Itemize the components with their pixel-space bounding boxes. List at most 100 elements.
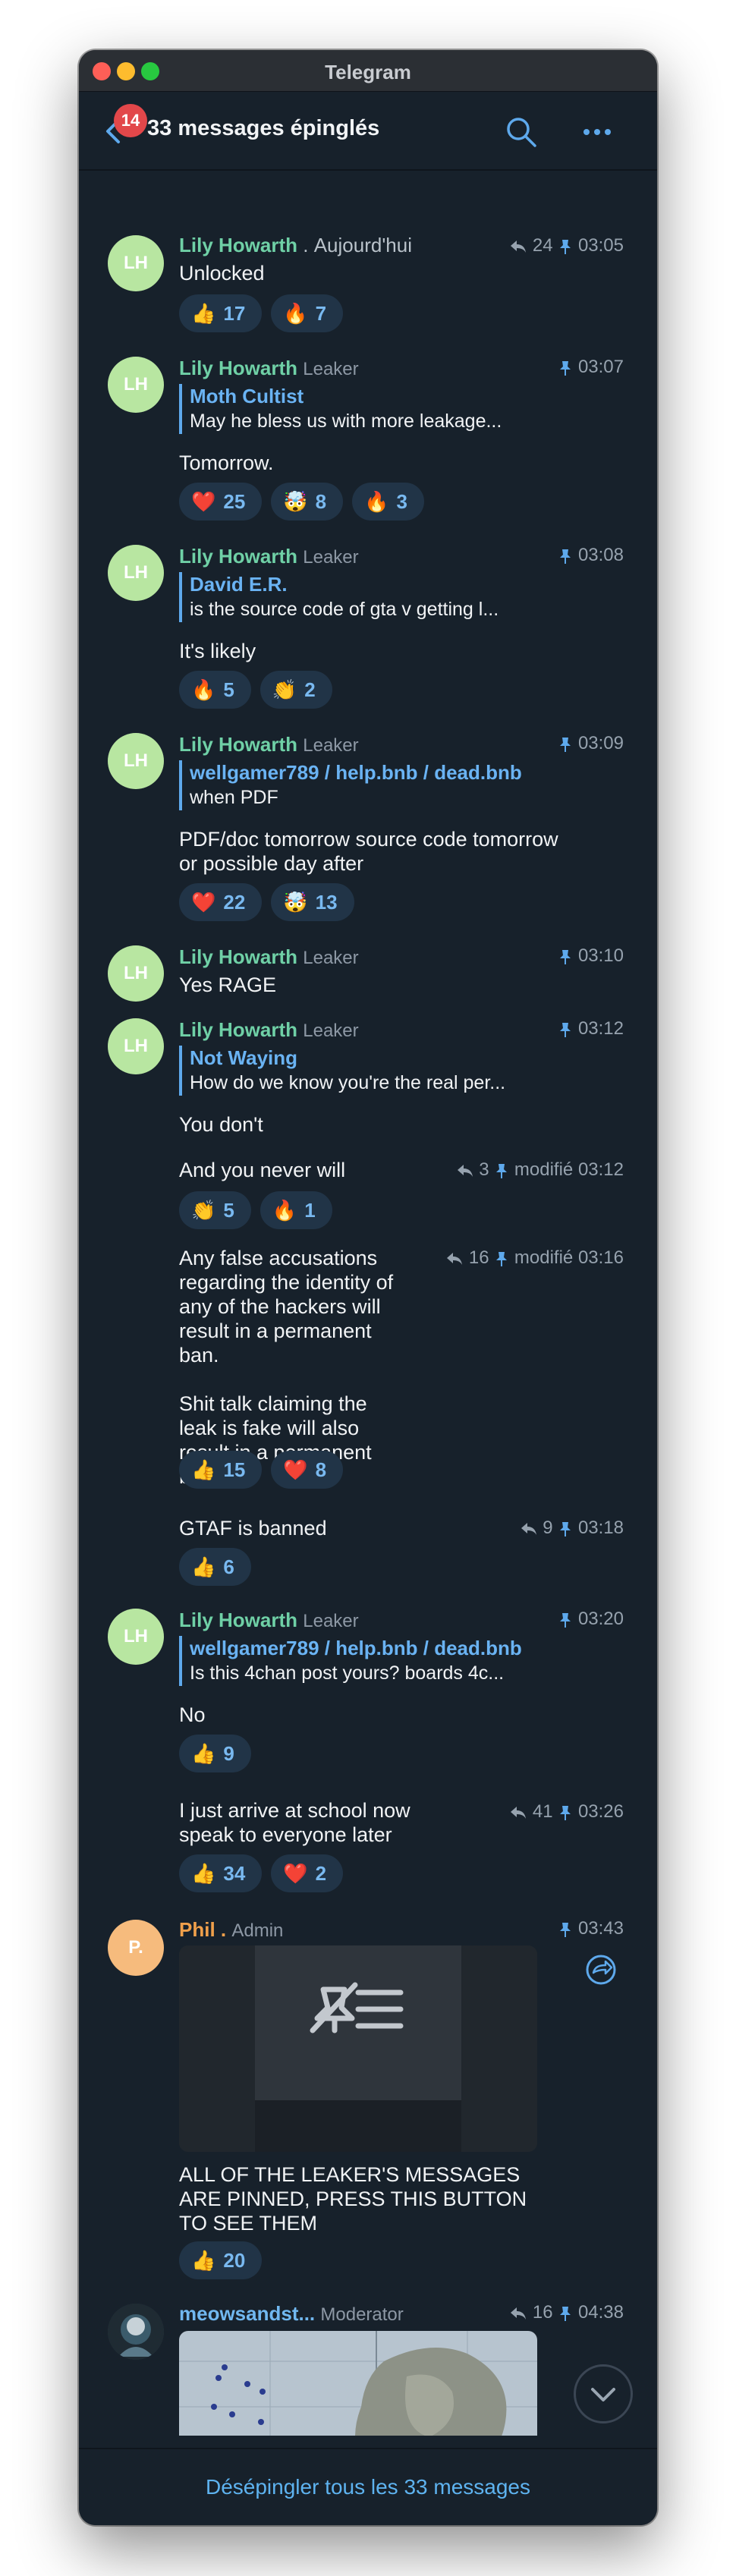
avatar[interactable]: LH [108,545,164,601]
message-meta: 16 modifié 03:16 [445,1247,624,1269]
role-label: Leaker [303,1021,359,1041]
reaction-chip[interactable]: 👍 34 [179,1854,263,1892]
pin-icon [496,1251,508,1266]
pin-icon [560,1022,571,1037]
reaction-chip[interactable]: 👏 5 [179,1191,251,1229]
role-label: Leaker [303,948,359,968]
pin-icon [560,239,571,254]
pin-list-icon [179,1945,537,2152]
message-text: You don't [179,1113,263,1136]
avatar[interactable]: LH [108,235,164,291]
reaction-chip[interactable]: 👍 6 [179,1548,251,1586]
message-text: It's likely [179,640,256,662]
map-thumbnail [179,2331,537,2436]
message-meta: 03:09 [558,733,624,754]
reply-count-icon [511,1806,527,1819]
role-label: Leaker [303,735,359,756]
message-meta: 24 03:05 [509,235,624,256]
pin-icon [560,1805,571,1820]
pinned-messages-list[interactable]: LH Lily Howarth . Aujourd'hui 24 03:05 U… [79,170,657,2436]
sender-name[interactable]: Lily Howarth Leaker [179,945,359,969]
reply-count-icon [511,240,527,253]
reply-quote[interactable]: Moth Cultist May he bless us with more l… [179,384,546,434]
message-meta: 03:20 [558,1609,624,1630]
title-bar: Telegram [79,50,657,92]
scroll-down-button[interactable] [574,2364,633,2423]
reaction-chip[interactable]: 👏 2 [259,671,332,709]
reply-count-icon [447,1252,463,1265]
reactions-row: 🔥 5 👏 2 [179,671,332,709]
message-text: Yes RAGE [179,973,277,996]
sender-name[interactable]: Lily Howarth Leaker [179,1609,359,1632]
role-label: Leaker [303,1611,359,1631]
reaction-chip[interactable]: ❤️ 8 [271,1451,344,1489]
reaction-chip[interactable]: 🔥 1 [259,1191,332,1229]
message-text: GTAF is banned [179,1517,327,1540]
reactions-row: 👍 6 [179,1548,251,1586]
pin-icon [560,1612,571,1628]
reply-count-icon [457,1164,473,1177]
unpin-all-button[interactable]: Désépingler tous les 33 messages [79,2475,657,2499]
pin-icon [560,2306,571,2321]
avatar[interactable]: LH [108,945,164,1002]
sender-name[interactable]: Lily Howarth Leaker [179,733,359,756]
pin-icon [560,1922,571,1937]
message-meta: 3 modifié 03:12 [456,1159,624,1181]
message-meta: 41 03:26 [509,1801,624,1823]
unread-badge: 14 [114,104,147,137]
avatar[interactable]: LH [108,1018,164,1074]
reply-quote[interactable]: Not Waying How do we know you're the rea… [179,1046,546,1096]
reaction-chip[interactable]: 👍 9 [179,1735,251,1772]
reaction-chip[interactable]: ❤️ 2 [271,1854,344,1892]
footer-bar: Désépingler tous les 33 messages [79,2448,657,2525]
map-image[interactable] [179,2331,537,2436]
avatar[interactable]: LH [108,733,164,789]
role-label: Leaker [303,547,359,568]
reactions-row: ❤️ 25 🤯 8 🔥 3 [179,483,424,521]
sender-name[interactable]: Phil . Admin [179,1918,283,1942]
pin-icon [560,737,571,752]
message-text: ALL OF THE LEAKER'S MESSAGES ARE PINNED,… [179,2163,527,2235]
sender-name[interactable]: Lily Howarth Leaker [179,357,359,380]
pin-icon [560,1521,571,1536]
reactions-row: 👍 15 ❤️ 8 [179,1451,344,1489]
avatar[interactable] [108,2304,164,2360]
reply-quote[interactable]: wellgamer789 / help.bnb / dead.bnb Is th… [179,1636,546,1686]
pinned-header: 14 33 messages épinglés [79,92,657,171]
reactions-row: 👍 17 🔥 7 [179,294,344,332]
reaction-chip[interactable]: 🤯 8 [271,483,344,521]
page-title: 33 messages épinglés [147,116,380,140]
reaction-chip[interactable]: ❤️ 25 [179,483,263,521]
reaction-chip[interactable]: 👍 17 [179,294,263,332]
avatar[interactable]: LH [108,357,164,413]
sender-name[interactable]: Lily Howarth Leaker [179,545,359,568]
sender-name[interactable]: Lily Howarth Leaker [179,1018,359,1042]
message-meta: 9 03:18 [520,1518,624,1539]
reply-quote[interactable]: wellgamer789 / help.bnb / dead.bnb when … [179,760,546,810]
reaction-chip[interactable]: ❤️ 22 [179,883,263,921]
avatar[interactable]: LH [108,1609,164,1665]
reaction-chip[interactable]: 👍 20 [179,2241,263,2279]
message-text: Tomorrow. [179,451,274,474]
reaction-chip[interactable]: 🤯 13 [271,883,354,921]
reply-count-icon [511,2307,527,2320]
search-icon[interactable] [504,115,539,149]
message-meta: 16 04:38 [509,2302,624,2323]
reactions-row: 👍 34 ❤️ 2 [179,1854,344,1892]
reaction-chip[interactable]: 👍 15 [179,1451,263,1489]
pinned-messages-screenshot[interactable] [179,1945,537,2152]
date-label: Aujourd'hui [313,234,412,256]
sender-name[interactable]: meowsandst... Moderator [179,2302,404,2326]
reply-quote[interactable]: David E.R. is the source code of gta v g… [179,572,546,622]
reaction-chip[interactable]: 🔥 7 [271,294,344,332]
reaction-chip[interactable]: 🔥 5 [179,671,251,709]
reactions-row: ❤️ 22 🤯 13 [179,883,354,921]
message-text: Unlocked [179,262,265,285]
reaction-chip[interactable]: 🔥 3 [352,483,424,521]
pin-icon [496,1163,508,1178]
reactions-row: 👍 9 [179,1735,251,1772]
more-options-icon[interactable] [580,115,615,149]
sender-name[interactable]: Lily Howarth . Aujourd'hui [179,234,412,257]
share-arrow-icon[interactable] [583,1952,619,1988]
avatar[interactable]: P. [108,1920,164,1976]
